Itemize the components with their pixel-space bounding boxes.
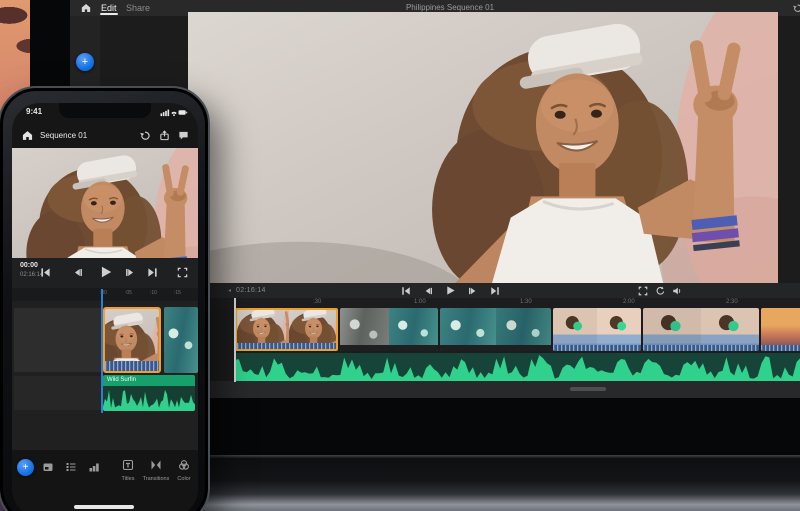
timecode-display: 02:16:14 (236, 287, 266, 294)
play-icon[interactable] (445, 285, 456, 296)
ruler-tick: :05 (125, 290, 132, 296)
color-label: Color (177, 476, 191, 482)
home-indicator[interactable] (74, 505, 134, 509)
ruler-tick: :15 (174, 290, 181, 296)
sequence-title: Sequence 01 (40, 131, 88, 140)
add-media-button[interactable]: + (76, 53, 94, 71)
bottom-toolbar: + Titles Transitions Color (12, 450, 198, 511)
audio-levels-icon[interactable] (88, 461, 100, 473)
video-clip-selected[interactable] (235, 308, 338, 351)
ruler-tick: 2:30 (726, 299, 738, 305)
tab-share[interactable]: Share (126, 0, 150, 16)
add-media-button[interactable]: + (17, 459, 34, 476)
tab-edit-underline (100, 13, 118, 15)
clip-audio-strip (553, 345, 641, 351)
timecode-current: 00:00 (20, 262, 38, 269)
clip-audio-strip (643, 345, 759, 351)
plus-glyph: + (22, 462, 29, 473)
media-box-icon[interactable] (42, 461, 54, 473)
comments-icon[interactable] (178, 130, 189, 141)
color-button[interactable]: Color (172, 458, 196, 482)
audio-waveform (103, 389, 195, 411)
transitions-button[interactable]: Transitions (142, 458, 170, 482)
video-frame-selfie (12, 148, 198, 258)
video-clip-selected[interactable] (103, 307, 161, 373)
step-forward-icon[interactable] (468, 286, 478, 296)
audio-waveform (235, 355, 800, 381)
program-monitor (188, 12, 778, 283)
clip-audio-strip (237, 343, 336, 349)
step-forward-icon[interactable] (125, 267, 136, 278)
fullscreen-icon[interactable] (177, 267, 188, 278)
play-icon[interactable] (99, 265, 113, 279)
laptop-base (188, 458, 800, 511)
timeline-playhead[interactable] (234, 298, 236, 382)
plus-glyph: + (81, 56, 89, 68)
titles-icon (122, 459, 134, 471)
track-list-icon[interactable] (65, 461, 77, 473)
undo-icon[interactable] (792, 3, 800, 13)
status-icons (160, 108, 188, 117)
video-clip[interactable] (440, 308, 551, 351)
playhead-marker-glyph: ◂ (228, 288, 232, 294)
titles-label: Titles (121, 476, 135, 482)
rush-mobile-app: 9:41 Sequence 01 00:00 02:16:14:00:05 … (12, 103, 198, 511)
home-icon[interactable] (81, 3, 91, 13)
fullscreen-icon[interactable] (638, 286, 648, 296)
video-frame-selfie (188, 12, 778, 283)
audio-clip-label: Wild Surfin (103, 375, 195, 386)
video-clip[interactable] (340, 308, 438, 351)
video-track-empty (14, 308, 103, 372)
transitions-icon (150, 459, 162, 471)
audio-clip[interactable]: Wild Surfin (103, 375, 195, 411)
transitions-label: Transitions (142, 476, 170, 482)
color-icon (178, 459, 190, 471)
share-icon[interactable] (159, 130, 170, 141)
volume-icon[interactable] (672, 286, 682, 296)
video-clip[interactable] (164, 307, 198, 373)
timeline-playhead[interactable] (101, 289, 103, 413)
clip-audio-strip (761, 345, 800, 351)
skip-forward-icon[interactable] (147, 267, 158, 278)
marketing-composite: Philippines Sequence 01 Edit Share + ◂ 0… (0, 0, 800, 511)
ruler-tick: :30 (313, 299, 322, 305)
ruler-tick: 2:00 (623, 299, 635, 305)
step-back-icon[interactable] (423, 286, 433, 296)
phone-notch (59, 103, 151, 118)
ruler-tick: 1:30 (520, 299, 532, 305)
clip-audio-strip (440, 345, 551, 351)
loop-icon[interactable] (655, 286, 665, 296)
step-back-icon[interactable] (72, 267, 83, 278)
titles-button[interactable]: Titles (116, 458, 140, 482)
undo-icon[interactable] (139, 130, 150, 141)
horizontal-scrollbar[interactable] (570, 387, 606, 391)
status-time: 9:41 (26, 107, 43, 116)
ruler-tick: :10 (150, 290, 157, 296)
skip-back-icon[interactable] (40, 267, 51, 278)
audio-track-clip[interactable] (235, 353, 800, 381)
program-monitor (12, 148, 198, 258)
phone-device: 9:41 Sequence 01 00:00 02:16:14:00:05 … (0, 86, 210, 511)
video-clip[interactable] (553, 308, 641, 351)
ruler-tick: 1:00 (414, 299, 426, 305)
audio-track-empty (14, 376, 103, 410)
clip-audio-strip (340, 345, 438, 351)
timeline-tracks: Wild Surfin (12, 301, 198, 450)
transport-bar: 00:00 02:16:14 (12, 258, 198, 288)
video-clip[interactable] (761, 308, 800, 351)
clip-audio-strip (105, 361, 159, 371)
skip-back-icon[interactable] (401, 286, 411, 296)
home-icon[interactable] (22, 130, 33, 141)
skip-forward-icon[interactable] (490, 286, 500, 296)
timeline-ruler[interactable]: :00 :05 :10 :15 (12, 288, 198, 301)
video-clip[interactable] (643, 308, 759, 351)
